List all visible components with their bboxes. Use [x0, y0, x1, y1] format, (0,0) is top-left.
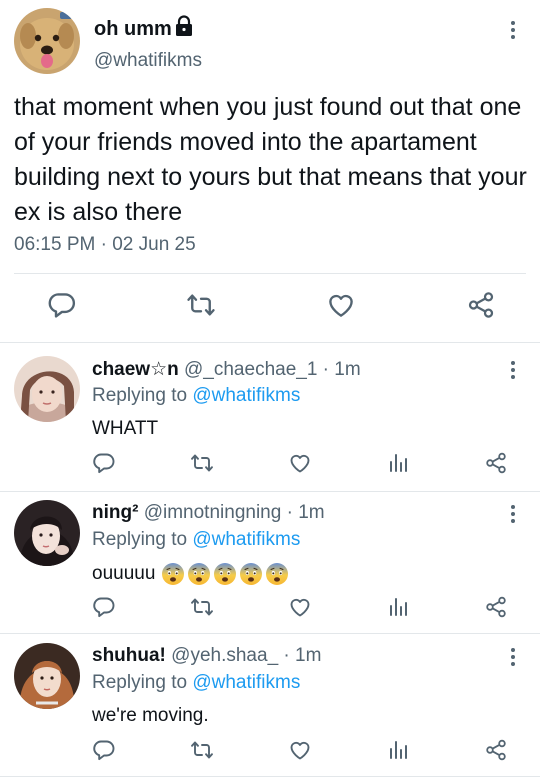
timestamp[interactable]: 06:15 PM · 02 Jun 25 — [14, 234, 196, 256]
analytics-button[interactable] — [386, 451, 410, 475]
fearful-face-icon — [265, 562, 289, 586]
like-button[interactable] — [326, 290, 356, 320]
analytics-button[interactable] — [386, 595, 410, 619]
reply-text-content: WHATT — [92, 418, 159, 439]
avatar[interactable] — [14, 500, 80, 566]
reply-handle-time[interactable]: @yeh.shaa_ · 1m — [166, 645, 321, 666]
reply-button[interactable] — [92, 738, 116, 762]
reply-icon — [92, 451, 116, 475]
reply-icon — [92, 595, 116, 619]
fearful-face-icon — [161, 562, 185, 586]
display-name[interactable]: oh umm — [94, 18, 172, 41]
reply-author-name[interactable]: shuhua! — [92, 645, 166, 666]
replying-to-handle[interactable]: @whatifikms — [192, 385, 300, 406]
reply-text: ouuuuu — [92, 562, 289, 586]
tweet-text: that moment when you just found out that… — [14, 93, 527, 226]
retweet-icon — [190, 738, 214, 762]
replying-to-label: Replying to — [92, 672, 193, 693]
more-options-icon[interactable] — [506, 358, 520, 382]
fearful-face-icon — [213, 562, 237, 586]
reply-header: ning² @imnotningning · 1m — [92, 502, 325, 524]
stats-icon — [386, 595, 410, 619]
reply-tweet: chaew☆n @_chaechae_1 · 1m Replying to @w… — [0, 348, 540, 491]
more-options-icon[interactable] — [506, 18, 520, 42]
reply-text-content: we're moving. — [92, 705, 209, 726]
reply-button[interactable] — [92, 595, 116, 619]
reply-handle-time[interactable]: @imnotningning · 1m — [138, 502, 325, 523]
reply-text: we're moving. — [92, 705, 209, 727]
share-icon — [484, 738, 508, 762]
reply-tweet: shuhua! @yeh.shaa_ · 1m Replying to @wha… — [0, 635, 540, 778]
heart-icon — [326, 290, 356, 320]
reply-text: WHATT — [92, 418, 158, 440]
share-button[interactable] — [484, 738, 508, 762]
analytics-button[interactable] — [386, 738, 410, 762]
heart-icon — [288, 595, 312, 619]
stats-icon — [386, 738, 410, 762]
lock-icon — [174, 15, 194, 37]
retweet-icon — [190, 595, 214, 619]
divider — [0, 342, 540, 343]
replying-to: Replying to @whatifikms — [92, 672, 300, 694]
retweet-icon — [190, 451, 214, 475]
main-tweet: oh umm @whatifikms that moment when you … — [0, 0, 540, 340]
reply-button[interactable] — [92, 451, 116, 475]
like-button[interactable] — [288, 738, 312, 762]
replying-to: Replying to @whatifikms — [92, 529, 300, 551]
share-icon — [484, 595, 508, 619]
share-button[interactable] — [484, 595, 508, 619]
share-button[interactable] — [466, 290, 496, 320]
more-options-icon[interactable] — [506, 502, 520, 526]
replying-to-handle[interactable]: @whatifikms — [192, 672, 300, 693]
replying-to-handle[interactable]: @whatifikms — [192, 529, 300, 550]
share-icon — [466, 290, 496, 320]
replying-to: Replying to @whatifikms — [92, 385, 300, 407]
divider — [14, 273, 526, 274]
replying-to-label: Replying to — [92, 385, 193, 406]
heart-icon — [288, 451, 312, 475]
avatar[interactable] — [14, 643, 80, 709]
handle[interactable]: @whatifikms — [94, 50, 202, 72]
retweet-icon — [186, 290, 216, 320]
avatar[interactable] — [14, 8, 80, 74]
stats-icon — [386, 451, 410, 475]
retweet-button[interactable] — [190, 451, 214, 475]
divider — [0, 776, 540, 777]
more-options-icon[interactable] — [506, 645, 520, 669]
like-button[interactable] — [288, 451, 312, 475]
reply-header: chaew☆n @_chaechae_1 · 1m — [92, 358, 361, 381]
divider — [0, 633, 540, 634]
fearful-face-icon — [187, 562, 211, 586]
replying-to-label: Replying to — [92, 529, 193, 550]
like-button[interactable] — [288, 595, 312, 619]
avatar[interactable] — [14, 356, 80, 422]
reply-handle-time[interactable]: @_chaechae_1 · 1m — [179, 359, 361, 380]
reply-header: shuhua! @yeh.shaa_ · 1m — [92, 645, 321, 667]
reply-icon — [92, 738, 116, 762]
reply-button[interactable] — [47, 290, 77, 320]
retweet-button[interactable] — [190, 738, 214, 762]
share-icon — [484, 451, 508, 475]
share-button[interactable] — [484, 451, 508, 475]
reply-icon — [47, 290, 77, 320]
reply-text-content: ouuuuu — [92, 563, 156, 584]
fearful-face-icon — [239, 562, 263, 586]
reply-author-name[interactable]: ning² — [92, 502, 138, 523]
reply-author-name[interactable]: chaew☆n — [92, 359, 179, 380]
retweet-button[interactable] — [190, 595, 214, 619]
heart-icon — [288, 738, 312, 762]
reply-tweet: ning² @imnotningning · 1m Replying to @w… — [0, 492, 540, 635]
retweet-button[interactable] — [186, 290, 216, 320]
